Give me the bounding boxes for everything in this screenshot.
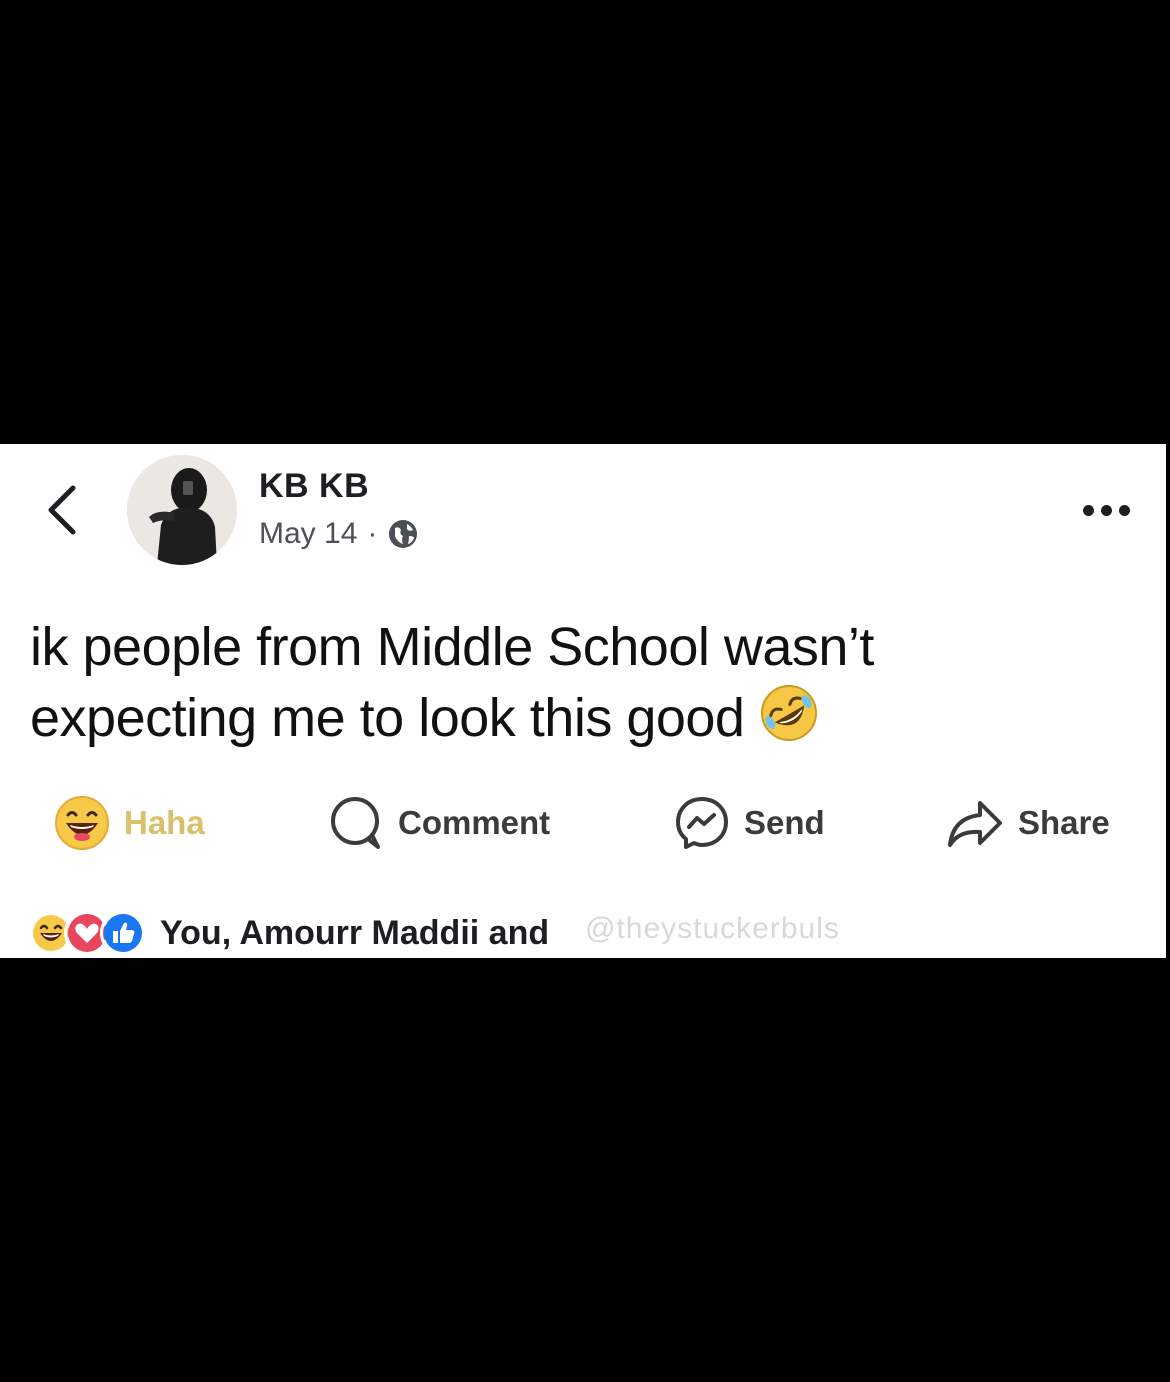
reactions-summary[interactable]: You, Amourr Maddii and [28,905,549,961]
dot-icon [1082,504,1094,516]
send-label: Send [744,804,825,841]
post-text: ik people from Middle School wasn’t expe… [30,612,1140,761]
haha-icon [55,796,109,850]
comment-label: Comment [398,804,551,841]
post-date[interactable]: May 14 [259,517,357,551]
send-button[interactable]: Send [674,790,825,856]
share-icon [948,801,1002,847]
share-label: Share [1018,804,1110,841]
dot-icon [1100,504,1112,516]
post-text-line: expecting me to look this good [30,682,1140,761]
post-meta: May 14 · [259,517,419,551]
comment-icon [331,797,380,849]
comment-button[interactable]: Comment [328,790,550,856]
rofl-emoji-icon [758,682,820,761]
tiktok-watermark: @theystuckerbuls [585,912,840,945]
dot-icon [1118,504,1130,516]
more-options-button[interactable] [1076,495,1136,525]
post-author[interactable]: KB KB [259,467,369,506]
meta-separator: · [367,517,378,550]
chevron-left-icon [48,485,76,535]
messenger-icon [676,797,728,849]
share-button[interactable]: Share [946,790,1110,856]
globe-icon [389,520,418,548]
post-text-line: ik people from Middle School wasn’t [30,617,874,677]
avatar[interactable] [127,455,237,565]
haha-label: Haha [124,804,205,841]
like-icon [100,910,146,956]
haha-reaction-button[interactable]: Haha [54,790,205,856]
reactions-summary-text[interactable]: You, Amourr Maddii and [160,914,549,953]
back-button[interactable] [38,480,86,540]
